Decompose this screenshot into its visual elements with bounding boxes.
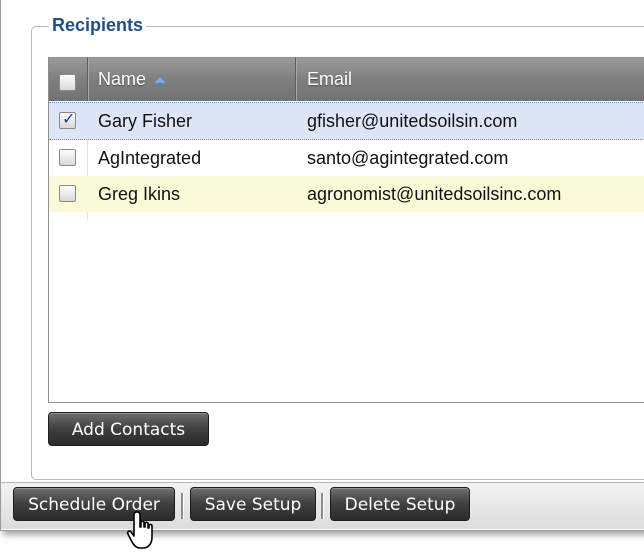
table-row[interactable]: Greg Ikins agronomist@unitedsoilsinc.com [49,176,644,212]
select-all-checkbox[interactable] [59,74,76,91]
row-checkbox[interactable] [59,149,76,166]
column-header-name-label: Name [98,69,147,89]
hand-pointer-icon [126,511,153,549]
recipient-name: Gary Fisher [98,111,193,131]
row-checkbox[interactable]: ✓ [59,111,76,129]
recipients-grid: Name Email ✓ Gary Fisher gfisher@uniteds… [48,57,644,403]
header-separator [87,58,88,101]
column-header-email-label: Email [307,69,353,89]
toolbar-separator [321,493,324,519]
table-row[interactable]: AgIntegrated santo@agintegrated.com [49,140,644,176]
bottom-toolbar: Schedule Order Save Setup Delete Setup [1,482,644,529]
recipient-email: gfisher@unitedsoilsin.com [307,111,518,131]
delete-setup-button[interactable]: Delete Setup [330,487,470,521]
recipient-email: santo@agintegrated.com [307,148,509,168]
row-checkbox[interactable] [59,185,76,202]
recipient-email: agronomist@unitedsoilsinc.com [307,184,562,204]
recipients-legend: Recipients [49,15,147,36]
recipient-name: Greg Ikins [98,184,181,204]
toolbar-separator [181,493,184,519]
save-setup-button[interactable]: Save Setup [190,487,316,521]
header-separator [295,58,296,101]
column-header-email[interactable]: Email [307,58,352,101]
column-header-name[interactable]: Name [98,58,167,101]
add-contacts-button[interactable]: Add Contacts [48,412,209,446]
checkmark-icon: ✓ [62,111,76,128]
recipient-name: AgIntegrated [98,148,202,168]
sort-ascending-icon [154,77,167,84]
grid-header: Name Email [49,58,644,101]
table-row[interactable]: ✓ Gary Fisher gfisher@unitedsoilsin.com [49,102,644,140]
recipients-panel: Recipients Name Email ✓ Gary Fisher gfis… [0,0,644,531]
